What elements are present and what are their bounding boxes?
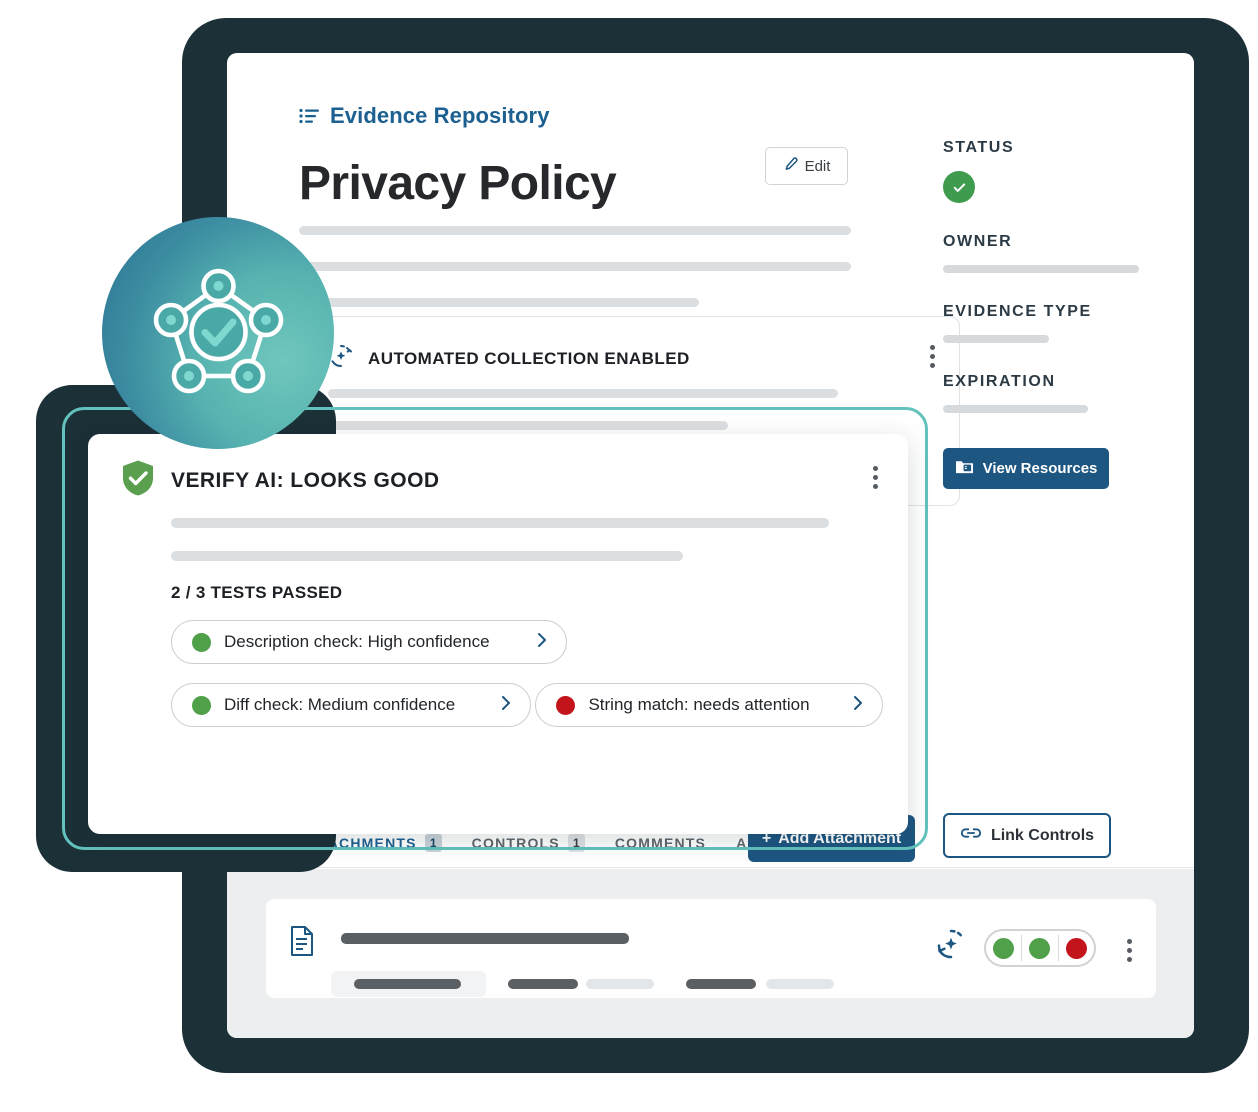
check-item-description[interactable]: Description check: High confidence bbox=[171, 620, 567, 664]
meta-expiration-value-placeholder bbox=[943, 405, 1088, 413]
skeleton-line bbox=[341, 933, 629, 944]
attachment-list-item[interactable] bbox=[266, 899, 1156, 998]
chevron-right-icon bbox=[853, 695, 864, 716]
page-title: Privacy Policy bbox=[299, 157, 617, 210]
document-icon bbox=[290, 926, 314, 961]
edit-button[interactable]: Edit bbox=[765, 147, 848, 185]
skeleton-line bbox=[299, 262, 851, 271]
meta-status: STATUS bbox=[943, 139, 1153, 203]
check-status-dot bbox=[192, 632, 211, 652]
check-item-label: Diff check: Medium confidence bbox=[224, 695, 456, 714]
status-dot-pass bbox=[993, 937, 1015, 959]
meta-status-label: STATUS bbox=[943, 139, 1015, 156]
edit-button-label: Edit bbox=[804, 157, 831, 175]
compliance-badge bbox=[102, 217, 334, 449]
automated-collection-title: AUTOMATED COLLECTION ENABLED bbox=[368, 348, 690, 368]
skeleton-line bbox=[766, 979, 834, 989]
verify-ai-card: VERIFY AI: LOOKS GOOD 2 / 3 TESTS PASSED… bbox=[88, 434, 908, 834]
check-item-string-match[interactable]: String match: needs attention bbox=[535, 683, 884, 727]
meta-expiration-label: EXPIRATION bbox=[943, 373, 1056, 390]
skeleton-line bbox=[328, 389, 838, 398]
tests-passed-summary: 2 / 3 TESTS PASSED bbox=[171, 583, 343, 602]
meta-expiration: EXPIRATION bbox=[943, 373, 1153, 413]
auto-refresh-sparkle-icon[interactable] bbox=[934, 927, 968, 966]
folder-document-icon bbox=[955, 458, 974, 479]
link-icon bbox=[960, 826, 982, 845]
check-status-dot bbox=[556, 695, 576, 715]
breadcrumb[interactable]: Evidence Repository bbox=[299, 103, 550, 129]
skeleton-line bbox=[171, 518, 829, 528]
kebab-menu-icon[interactable] bbox=[1127, 939, 1132, 962]
verify-check-list: Description check: High confidence Diff … bbox=[171, 620, 908, 746]
chevron-right-icon bbox=[537, 632, 548, 653]
status-dot-fail bbox=[1065, 937, 1087, 959]
kebab-menu-icon[interactable] bbox=[930, 345, 935, 368]
skeleton-line bbox=[686, 979, 756, 989]
check-item-label: String match: needs attention bbox=[588, 695, 810, 714]
kebab-menu-icon[interactable] bbox=[873, 466, 878, 489]
check-item-label: Description check: High confidence bbox=[224, 632, 490, 651]
skeleton-line bbox=[508, 979, 578, 989]
divider bbox=[1021, 935, 1023, 961]
meta-owner-label: OWNER bbox=[943, 233, 1013, 250]
attachments-footer bbox=[227, 869, 1194, 1038]
divider bbox=[1057, 935, 1059, 961]
pentagon-network-check-icon bbox=[151, 266, 286, 401]
skeleton-line bbox=[354, 979, 461, 989]
breadcrumb-label: Evidence Repository bbox=[330, 103, 550, 128]
pencil-icon bbox=[783, 156, 798, 176]
skeleton-line bbox=[586, 979, 654, 989]
check-item-diff[interactable]: Diff check: Medium confidence bbox=[171, 683, 531, 727]
screenshot-root: Evidence Repository Privacy Policy Edit bbox=[0, 0, 1258, 1112]
meta-evidence-type: EVIDENCE TYPE bbox=[943, 303, 1153, 343]
meta-evidence-type-label: EVIDENCE TYPE bbox=[943, 303, 1092, 320]
view-resources-label: View Resources bbox=[982, 460, 1098, 477]
meta-evidence-type-value-placeholder bbox=[943, 335, 1049, 343]
status-dot-group[interactable] bbox=[984, 929, 1096, 967]
view-resources-button[interactable]: View Resources bbox=[943, 448, 1109, 489]
skeleton-line bbox=[171, 551, 683, 561]
status-badge bbox=[943, 171, 975, 203]
skeleton-line bbox=[299, 298, 699, 307]
link-controls-label: Link Controls bbox=[990, 826, 1095, 844]
meta-sidebar: STATUS OWNER EVIDENCE TYPE EXPIRATION bbox=[943, 139, 1153, 443]
verify-ai-title: VERIFY AI: LOOKS GOOD bbox=[171, 468, 440, 492]
green-shield-check-icon bbox=[121, 459, 155, 502]
link-controls-button[interactable]: Link Controls bbox=[943, 813, 1111, 858]
verify-ai-header: VERIFY AI: LOOKS GOOD bbox=[121, 459, 439, 502]
meta-owner: OWNER bbox=[943, 233, 1153, 273]
check-status-dot bbox=[192, 695, 211, 715]
automated-collection-header: AUTOMATED COLLECTION ENABLED bbox=[328, 343, 690, 374]
meta-owner-value-placeholder bbox=[943, 265, 1139, 273]
status-dot-pass bbox=[1029, 937, 1051, 959]
list-icon bbox=[299, 108, 319, 124]
skeleton-line bbox=[299, 226, 851, 235]
chevron-right-icon bbox=[501, 695, 512, 716]
